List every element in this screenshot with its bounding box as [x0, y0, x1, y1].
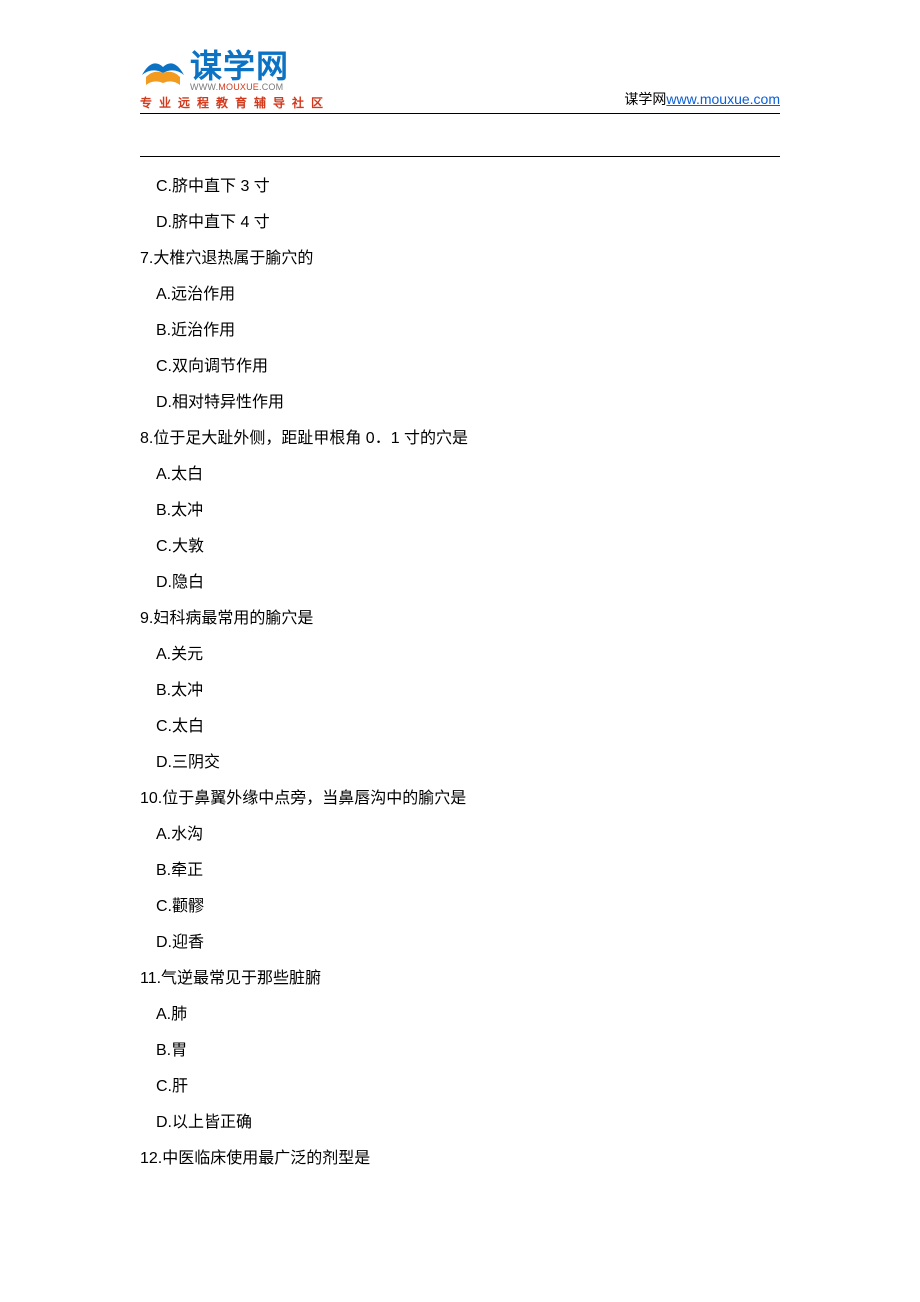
answer-option: A.远治作用: [140, 277, 780, 313]
header-site-name: 谋学网: [624, 91, 666, 107]
answer-option: C.颧髎: [140, 889, 780, 925]
question-text: 9.妇科病最常用的腧穴是: [140, 601, 780, 637]
header-right: 谋学网www.mouxue.com: [624, 89, 780, 111]
page: 谋学网 WWW.MOUXUE.COM 专业远程教育辅导社区 谋学网www.mou…: [0, 0, 920, 1302]
page-header: 谋学网 WWW.MOUXUE.COM 专业远程教育辅导社区 谋学网www.mou…: [140, 50, 780, 114]
answer-option: A.关元: [140, 637, 780, 673]
logo-title: 谋学网: [190, 50, 289, 82]
answer-option: C.肝: [140, 1069, 780, 1105]
answer-option: C.大敦: [140, 529, 780, 565]
answer-option: D.脐中直下 4 寸: [140, 205, 780, 241]
answer-option: D.迎香: [140, 925, 780, 961]
answer-option: B.牵正: [140, 853, 780, 889]
book-wings-icon: [140, 51, 186, 91]
answer-option: C.双向调节作用: [140, 349, 780, 385]
question-text: 7.大椎穴退热属于腧穴的: [140, 241, 780, 277]
question-text: 11.气逆最常见于那些脏腑: [140, 961, 780, 997]
question-text: 8.位于足大趾外侧，距趾甲根角 0．1 寸的穴是: [140, 421, 780, 457]
answer-option: C.脐中直下 3 寸: [140, 169, 780, 205]
exam-content: C.脐中直下 3 寸D.脐中直下 4 寸7.大椎穴退热属于腧穴的A.远治作用B.…: [140, 169, 780, 1177]
answer-option: B.太冲: [140, 493, 780, 529]
answer-option: D.隐白: [140, 565, 780, 601]
content-divider: [140, 156, 780, 157]
answer-option: D.相对特异性作用: [140, 385, 780, 421]
logo-tagline: 专业远程教育辅导社区: [140, 94, 330, 111]
logo-url-prefix: WWW.: [190, 82, 218, 92]
answer-option: D.三阴交: [140, 745, 780, 781]
question-text: 10.位于鼻翼外缘中点旁，当鼻唇沟中的腧穴是: [140, 781, 780, 817]
question-text: 12.中医临床使用最广泛的剂型是: [140, 1141, 780, 1177]
logo-text: 谋学网 WWW.MOUXUE.COM: [190, 50, 289, 92]
answer-option: A.水沟: [140, 817, 780, 853]
logo-url-suffix: .COM: [259, 82, 283, 92]
answer-option: D.以上皆正确: [140, 1105, 780, 1141]
logo-url-hot: MOUXUE: [218, 82, 259, 92]
logo-row: 谋学网 WWW.MOUXUE.COM: [140, 50, 330, 92]
answer-option: C.太白: [140, 709, 780, 745]
answer-option: B.胃: [140, 1033, 780, 1069]
logo-block: 谋学网 WWW.MOUXUE.COM 专业远程教育辅导社区: [140, 50, 330, 111]
answer-option: A.太白: [140, 457, 780, 493]
answer-option: B.太冲: [140, 673, 780, 709]
answer-option: A.肺: [140, 997, 780, 1033]
header-site-link[interactable]: www.mouxue.com: [666, 91, 780, 107]
logo-url: WWW.MOUXUE.COM: [190, 83, 289, 92]
answer-option: B.近治作用: [140, 313, 780, 349]
